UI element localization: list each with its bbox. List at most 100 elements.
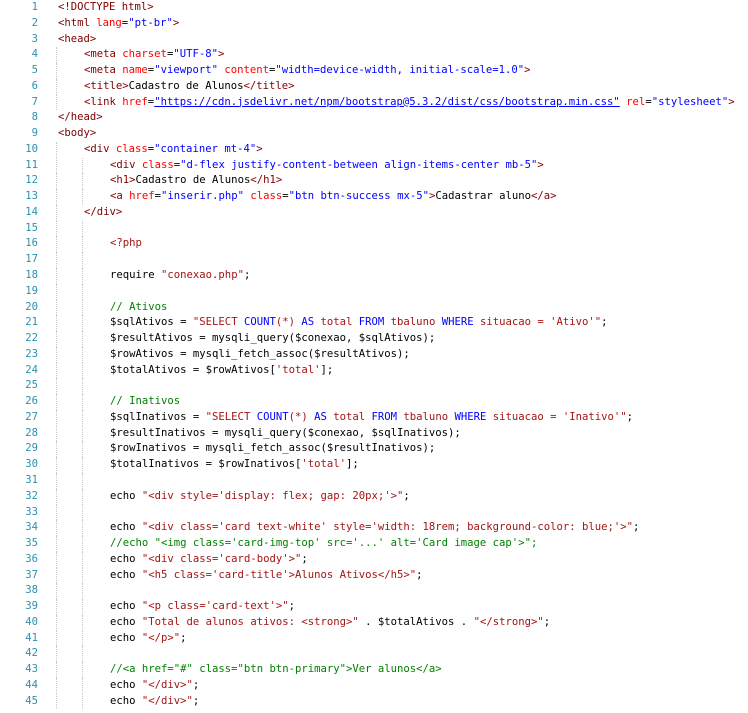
code-line[interactable] xyxy=(50,252,748,269)
indent-guide xyxy=(82,362,83,379)
code-line[interactable]: echo "<h5 class='card-title'>Alunos Ativ… xyxy=(50,567,748,584)
code-token: tbaluno xyxy=(384,316,442,329)
code-line[interactable]: //echo "<img class='card-img-top' src='.… xyxy=(50,536,748,552)
code-line[interactable] xyxy=(50,504,748,521)
line-number: 2 xyxy=(31,16,38,29)
indent-guide xyxy=(56,425,57,442)
code-line[interactable]: echo "<p class='card-text'>"; xyxy=(50,599,748,615)
indent-guide xyxy=(56,536,57,552)
code-token: "<p class='card-text'>" xyxy=(141,600,289,613)
code-line[interactable]: <h1>Cadastro de Alunos</h1> xyxy=(50,173,748,190)
code-line[interactable]: <div class="container mt-4"> xyxy=(50,141,748,158)
code-line[interactable]: <div class="d-flex justify-content-betwe… xyxy=(50,157,748,174)
code-line[interactable]: <body> xyxy=(50,126,748,142)
code-line-content: <h1>Cadastro de Alunos</h1> xyxy=(58,174,282,186)
code-line[interactable]: $resultInativos = mysqli_query($conexao,… xyxy=(50,425,748,442)
code-line[interactable]: echo "<div style='display: flex; gap: 20… xyxy=(50,488,748,505)
code-token: "<div class='card-body'>" xyxy=(141,552,302,565)
line-number: 8 xyxy=(31,111,38,124)
code-token: <!DOCTYPE html> xyxy=(58,1,154,13)
code-token: <h1> xyxy=(110,174,136,187)
code-token: "Total de alunos ativos: <strong>" xyxy=(141,615,359,628)
code-line[interactable]: <link href="https://cdn.jsdelivr.net/npm… xyxy=(50,94,748,111)
line-number: 34 xyxy=(25,521,38,534)
code-line-content: <link href="https://cdn.jsdelivr.net/npm… xyxy=(58,96,735,108)
line-number: 22 xyxy=(25,332,38,345)
indent-guide xyxy=(82,299,83,316)
code-editor[interactable]: 1 2 3 4 5 6 7 8 9 10 11 12 13 14 15 16 17 18 19 20 21 22 23 24 2… xyxy=(0,0,748,713)
code-line[interactable]: <title>Cadastro de Alunos</title> xyxy=(50,78,748,95)
code-line[interactable]: // Ativos xyxy=(50,299,748,316)
code-line[interactable]: require "conexao.php"; xyxy=(50,268,748,284)
indent-guide xyxy=(82,504,83,521)
code-line[interactable]: <!DOCTYPE html> xyxy=(50,0,748,16)
code-line-content: <body> xyxy=(58,127,96,139)
code-line-content xyxy=(58,285,110,297)
code-line[interactable] xyxy=(50,378,748,395)
code-token: $rowInativos = mysqli_fetch_assoc($resul… xyxy=(110,442,436,455)
indent-guide xyxy=(82,189,83,205)
code-line[interactable]: echo "</div>"; xyxy=(50,677,748,694)
indent-guide xyxy=(82,693,83,710)
code-line[interactable]: // Inativos xyxy=(50,394,748,410)
code-line[interactable]: echo "</div>"; xyxy=(50,693,748,710)
code-line[interactable]: <meta name="viewport" content="width=dev… xyxy=(50,63,748,79)
code-token: 'total' xyxy=(275,363,321,376)
code-line[interactable]: $totalInativos = $rowInativos['total']; xyxy=(50,457,748,473)
indent-guide xyxy=(56,599,57,615)
code-line[interactable] xyxy=(50,472,748,489)
code-line[interactable]: //<a href="#" class="btn btn-primary">Ve… xyxy=(50,662,748,678)
code-line[interactable]: echo "<div class='card-body'>"; xyxy=(50,551,748,568)
code-line[interactable] xyxy=(50,283,748,300)
code-line-content xyxy=(58,584,110,596)
indent-guide xyxy=(56,47,57,64)
code-line[interactable]: echo "</p>"; xyxy=(50,630,748,647)
code-token: Cadastro de Alunos xyxy=(128,79,244,92)
code-token: $resultAtivos = mysqli_query($conexao, $… xyxy=(110,332,436,345)
code-token: echo xyxy=(110,489,142,502)
indent-guide xyxy=(82,551,83,568)
code-line[interactable]: echo "Total de alunos ativos: <strong>" … xyxy=(50,614,748,631)
line-number: 37 xyxy=(25,568,38,581)
code-line-content: echo "<div class='card-body'>"; xyxy=(58,553,308,565)
code-line[interactable]: $resultAtivos = mysqli_query($conexao, $… xyxy=(50,331,748,347)
code-line[interactable] xyxy=(50,646,748,663)
code-token: . $totalAtivos . xyxy=(358,615,474,628)
code-line[interactable]: </div> xyxy=(50,204,748,221)
code-token: ; xyxy=(192,678,200,691)
indent-guide xyxy=(56,488,57,505)
code-token: "d-flex justify-content-between align-it… xyxy=(180,158,538,171)
indent-guide xyxy=(56,141,57,158)
code-line[interactable]: echo "<div class='card text-white' style… xyxy=(50,520,748,537)
code-token: <meta xyxy=(84,64,123,77)
code-token: rel xyxy=(626,95,646,108)
code-token: <link xyxy=(84,95,123,108)
code-line[interactable]: <head> xyxy=(50,32,748,48)
line-number: 16 xyxy=(25,237,38,250)
line-number: 28 xyxy=(25,426,38,439)
code-line[interactable]: <html lang="pt-br"> xyxy=(50,16,748,32)
code-line[interactable] xyxy=(50,583,748,600)
code-line[interactable] xyxy=(50,220,748,237)
code-line[interactable]: $sqlInativos = "SELECT COUNT(*) AS total… xyxy=(50,409,748,426)
code-line[interactable]: $rowAtivos = mysqli_fetch_assoc($resultA… xyxy=(50,346,748,363)
code-token: href xyxy=(129,190,155,203)
code-line[interactable]: <a href="inserir.php" class="btn btn-suc… xyxy=(50,189,748,205)
code-token: AS xyxy=(314,410,327,423)
code-line[interactable]: </head> xyxy=(50,110,748,126)
code-line-content xyxy=(58,253,110,265)
code-line[interactable]: <?php xyxy=(50,236,748,253)
code-area[interactable]: <!DOCTYPE html> <html lang="pt-br"> <head>… xyxy=(50,0,748,713)
code-token: "SELECT xyxy=(205,410,257,423)
indent-guide xyxy=(82,283,83,300)
code-line[interactable]: $rowInativos = mysqli_fetch_assoc($resul… xyxy=(50,441,748,458)
code-token: $sqlInativos = xyxy=(110,410,206,423)
indent-guide xyxy=(82,520,83,537)
code-line[interactable]: $totalAtivos = $rowAtivos['total']; xyxy=(50,362,748,379)
line-number: 13 xyxy=(25,190,38,203)
code-line[interactable]: $sqlAtivos = "SELECT COUNT(*) AS total F… xyxy=(50,315,748,332)
code-line[interactable]: <meta charset="UTF-8"> xyxy=(50,47,748,64)
code-token: echo xyxy=(110,568,142,581)
indent-guide xyxy=(56,614,57,631)
code-token: echo xyxy=(110,678,142,691)
